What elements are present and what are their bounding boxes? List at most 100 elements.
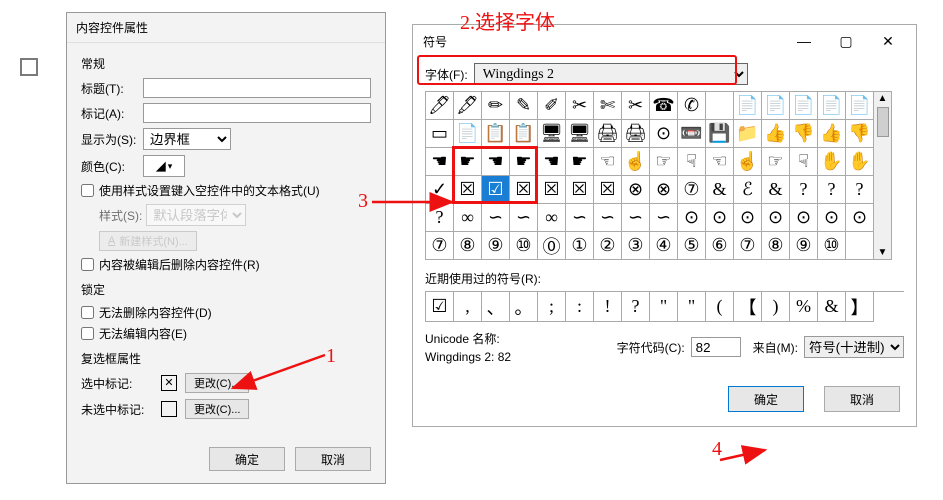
symbol-cell[interactable]: ⊙ bbox=[762, 204, 790, 232]
recent-symbol-cell[interactable]: ! bbox=[594, 292, 622, 322]
symbol-cell[interactable]: 📄 bbox=[762, 92, 790, 120]
tag-input[interactable] bbox=[143, 103, 371, 123]
symbol-cell[interactable]: ? bbox=[846, 176, 874, 204]
ok-button-left[interactable]: 确定 bbox=[209, 447, 285, 471]
symbol-cell[interactable]: ▭ bbox=[426, 120, 454, 148]
symbol-cell[interactable]: ⊙ bbox=[790, 204, 818, 232]
symbol-cell[interactable]: 📄 bbox=[734, 92, 762, 120]
symbol-cell[interactable]: ? bbox=[818, 176, 846, 204]
symbol-cell[interactable]: ⑨ bbox=[790, 232, 818, 260]
symbol-cell[interactable]: ⑨ bbox=[482, 232, 510, 260]
cancel-button-right[interactable]: 取消 bbox=[824, 386, 900, 412]
symbol-cell[interactable]: ☒ bbox=[566, 176, 594, 204]
symbol-cell[interactable]: & bbox=[706, 176, 734, 204]
symbol-cell[interactable]: ⑩ bbox=[818, 232, 846, 260]
symbol-cell[interactable]: 🖥 bbox=[566, 120, 594, 148]
symbol-cell[interactable]: ⑤ bbox=[678, 232, 706, 260]
symbol-cell[interactable]: ☛ bbox=[566, 148, 594, 176]
symbol-cell[interactable]: 📄 bbox=[454, 120, 482, 148]
symbol-cell[interactable]: ∽ bbox=[566, 204, 594, 232]
scroll-up-icon[interactable]: ▲ bbox=[877, 92, 889, 105]
symbol-cell[interactable]: ⊙ bbox=[678, 204, 706, 232]
symbol-cell[interactable]: ℰ bbox=[734, 176, 762, 204]
symbol-cell[interactable]: ⑦ bbox=[426, 232, 454, 260]
symbol-cell[interactable]: ☜ bbox=[594, 148, 622, 176]
title-input[interactable] bbox=[143, 78, 371, 98]
symbol-cell[interactable]: ? bbox=[426, 204, 454, 232]
change-unchecked-button[interactable]: 更改(C)... bbox=[185, 399, 249, 419]
symbol-cell[interactable]: ⑧ bbox=[762, 232, 790, 260]
remove-on-edit-checkbox[interactable] bbox=[81, 258, 94, 271]
recent-symbols-grid[interactable]: ☑,、。;:!?""(【)%&】 bbox=[425, 291, 904, 322]
symbol-cell[interactable]: 💾 bbox=[706, 120, 734, 148]
recent-symbol-cell[interactable]: ; bbox=[538, 292, 566, 322]
symbol-cell[interactable]: ☞ bbox=[650, 148, 678, 176]
grid-scrollbar[interactable]: ▲ ▼ bbox=[874, 91, 892, 260]
maximize-button[interactable]: ▢ bbox=[826, 29, 866, 53]
symbol-cell[interactable]: ☚ bbox=[538, 148, 566, 176]
scroll-down-icon[interactable]: ▼ bbox=[874, 246, 891, 259]
symbol-cell[interactable]: ⊙ bbox=[650, 120, 678, 148]
symbol-cell[interactable]: ☝ bbox=[622, 148, 650, 176]
symbol-cell[interactable]: ∽ bbox=[650, 204, 678, 232]
symbol-cell[interactable]: ⊙ bbox=[846, 204, 874, 232]
recent-symbol-cell[interactable]: , bbox=[454, 292, 482, 322]
minimize-button[interactable]: ― bbox=[784, 29, 824, 53]
symbol-cell[interactable]: ⑩ bbox=[510, 232, 538, 260]
symbol-cell[interactable]: ☝ bbox=[734, 148, 762, 176]
recent-symbol-cell[interactable]: ( bbox=[706, 292, 734, 322]
symbol-cell[interactable]: ∽ bbox=[510, 204, 538, 232]
symbol-cell[interactable]: ⊗ bbox=[622, 176, 650, 204]
recent-symbol-cell[interactable]: ) bbox=[762, 292, 790, 322]
symbol-cell[interactable]: ☟ bbox=[790, 148, 818, 176]
lock-delete-checkbox[interactable] bbox=[81, 306, 94, 319]
symbol-cell[interactable]: ⊙ bbox=[734, 204, 762, 232]
symbol-cell[interactable]: 📋 bbox=[510, 120, 538, 148]
symbol-cell[interactable]: 📼 bbox=[678, 120, 706, 148]
symbol-cell[interactable]: 📄 bbox=[846, 92, 874, 120]
symbol-cell[interactable]: ∞ bbox=[454, 204, 482, 232]
symbol-cell[interactable]: ⑦ bbox=[678, 176, 706, 204]
symbol-cell[interactable]: ✎ bbox=[510, 92, 538, 120]
from-select[interactable]: 符号(十进制) bbox=[804, 336, 904, 358]
symbol-cell[interactable]: ☚ bbox=[426, 148, 454, 176]
cancel-button-left[interactable]: 取消 bbox=[295, 447, 371, 471]
recent-symbol-cell[interactable]: 【 bbox=[734, 292, 762, 322]
symbol-cell[interactable]: 🖊 bbox=[426, 92, 454, 120]
symbol-cell[interactable]: ☜ bbox=[706, 148, 734, 176]
symbol-cell[interactable]: ☑ bbox=[482, 176, 510, 204]
symbol-cell[interactable]: ⑥ bbox=[706, 232, 734, 260]
symbol-cell[interactable]: ✋ bbox=[818, 148, 846, 176]
symbol-cell[interactable]: 📄 bbox=[818, 92, 846, 120]
symbol-cell[interactable]: ∽ bbox=[482, 204, 510, 232]
symbol-cell[interactable]: ⑧ bbox=[454, 232, 482, 260]
recent-symbol-cell[interactable]: 。 bbox=[510, 292, 538, 322]
recent-symbol-cell[interactable]: ? bbox=[622, 292, 650, 322]
symbol-cell[interactable]: ☒ bbox=[510, 176, 538, 204]
symbol-cell[interactable]: ⊙ bbox=[818, 204, 846, 232]
symbol-cell[interactable] bbox=[706, 92, 734, 120]
use-style-checkbox[interactable] bbox=[81, 184, 94, 197]
close-button[interactable]: ✕ bbox=[868, 29, 908, 53]
symbol-cell[interactable]: ⊗ bbox=[650, 176, 678, 204]
symbol-grid[interactable]: 🖊🖋✏✎✐✂✄✂☎✆📄📄📄📄📄▭📄📋📋🖥🖥🖨🖨⊙📼💾📁👍👎👍👎☚☛☚☛☚☛☜☝☞… bbox=[425, 91, 874, 260]
symbol-cell[interactable]: ✆ bbox=[678, 92, 706, 120]
symbol-cell[interactable]: ☟ bbox=[678, 148, 706, 176]
symbol-cell[interactable]: ④ bbox=[650, 232, 678, 260]
recent-symbol-cell[interactable]: ☑ bbox=[426, 292, 454, 322]
symbol-cell[interactable]: ✋ bbox=[846, 148, 874, 176]
symbol-cell[interactable]: ☞ bbox=[762, 148, 790, 176]
recent-symbol-cell[interactable]: 】 bbox=[846, 292, 874, 322]
symbol-cell[interactable]: ∽ bbox=[622, 204, 650, 232]
symbol-cell[interactable]: 🖥 bbox=[538, 120, 566, 148]
scroll-thumb[interactable] bbox=[877, 107, 889, 137]
recent-symbol-cell[interactable]: % bbox=[790, 292, 818, 322]
symbol-cell[interactable]: ⊙ bbox=[706, 204, 734, 232]
symbol-cell[interactable]: ✄ bbox=[594, 92, 622, 120]
symbol-cell[interactable]: 👎 bbox=[846, 120, 874, 148]
symbol-cell[interactable]: ☎ bbox=[650, 92, 678, 120]
symbol-cell[interactable]: 📁 bbox=[734, 120, 762, 148]
symbol-cell[interactable]: ② bbox=[594, 232, 622, 260]
symbol-cell[interactable]: 🖨 bbox=[622, 120, 650, 148]
symbol-cell[interactable]: 👎 bbox=[790, 120, 818, 148]
